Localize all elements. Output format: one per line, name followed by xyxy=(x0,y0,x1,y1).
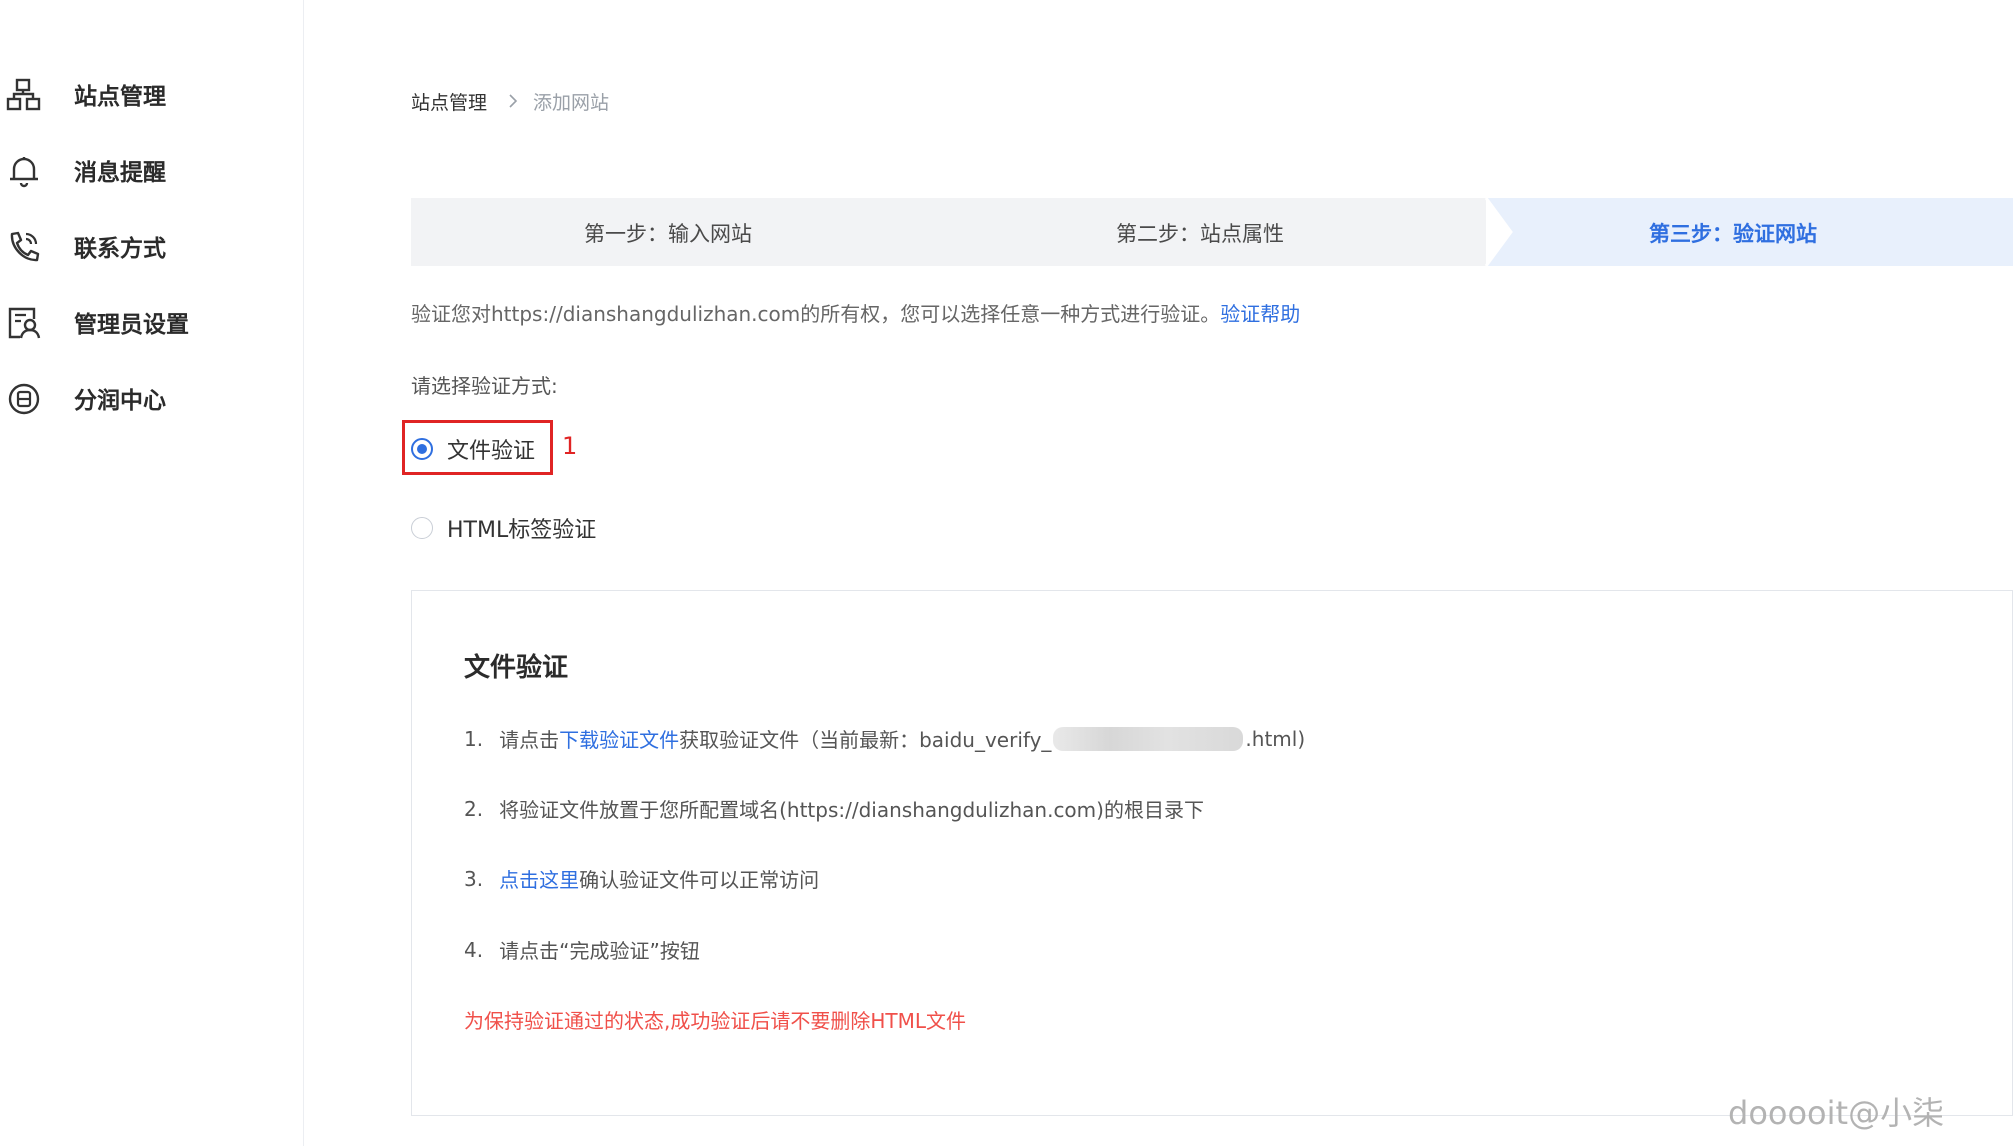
breadcrumb-root-link[interactable]: 站点管理 xyxy=(411,88,487,115)
sidebar-item-label: 管理员设置 xyxy=(74,312,189,338)
step-text: 将验证文件放置于您所配置域名(https://dianshangdulizhan… xyxy=(499,798,1204,822)
radio-label: HTML标签验证 xyxy=(447,518,597,543)
redacted-filename xyxy=(1053,726,1244,751)
verify-method-prompt: 请选择验证方式: xyxy=(411,374,558,398)
sidebar-item-messages[interactable]: 消息提醒 xyxy=(0,140,303,200)
download-verify-file-link[interactable]: 下载验证文件 xyxy=(559,724,679,753)
admin-user-icon xyxy=(8,307,41,339)
panel-title: 文件验证 xyxy=(464,653,569,683)
breadcrumb-current: 添加网站 xyxy=(533,91,610,114)
instruction-step-2: 2. 将验证文件放置于您所配置域名(https://dianshangduliz… xyxy=(464,794,1204,823)
annotation-box-1 xyxy=(402,420,553,475)
step-number: 3. xyxy=(464,866,484,891)
intro-text: 验证您对https://dianshangdulizhan.com的所有权，您可… xyxy=(411,302,1221,326)
instruction-step-3: 3. 点击这里 确认验证文件可以正常访问 xyxy=(464,864,819,893)
step-text: 获取验证文件（当前最新：baidu_verify_ xyxy=(679,728,1052,752)
verification-intro: 验证您对https://dianshangdulizhan.com的所有权，您可… xyxy=(411,298,1300,327)
step-number: 4. xyxy=(464,937,484,962)
chevron-right-icon xyxy=(509,94,518,108)
sidebar-item-contact[interactable]: 联系方式 xyxy=(0,216,303,276)
phone-icon xyxy=(10,231,40,262)
watermark: dooooit@小柒 xyxy=(1728,1094,1945,1132)
verify-help-link[interactable]: 验证帮助 xyxy=(1220,302,1300,326)
sidebar-item-site-management[interactable]: 站点管理 xyxy=(0,64,303,124)
step-number: 1. xyxy=(464,726,484,751)
step-2-label: 第二步：站点属性 xyxy=(1116,222,1284,246)
annotation-number-1: 1 xyxy=(562,432,578,460)
revenue-share-icon xyxy=(8,383,40,415)
step-progress-bar: 第一步：输入网站 第二步：站点属性 第三步：验证网站 xyxy=(411,198,2013,266)
click-here-link[interactable]: 点击这里 xyxy=(499,864,579,893)
file-verify-panel: 文件验证 1. 请点击 下载验证文件 获取验证文件（当前最新：baidu_ver… xyxy=(411,590,2013,1116)
sidebar-item-label: 消息提醒 xyxy=(74,160,166,186)
breadcrumb: 站点管理 添加网站 xyxy=(411,86,609,116)
sidebar-item-label: 分润中心 xyxy=(74,388,166,414)
bell-icon xyxy=(10,157,38,188)
step-1-label: 第一步：输入网站 xyxy=(584,222,752,246)
instruction-step-4: 4. 请点击“完成验证”按钮 xyxy=(464,935,700,964)
sitemap-icon xyxy=(6,78,41,111)
step-3-label: 第三步：验证网站 xyxy=(1649,222,1817,246)
sidebar-item-admin-settings[interactable]: 管理员设置 xyxy=(0,292,303,352)
radio-html-tag-verify[interactable]: HTML标签验证 xyxy=(411,512,596,544)
instruction-step-1: 1. 请点击 下载验证文件 获取验证文件（当前最新：baidu_verify_ … xyxy=(464,724,1305,753)
step-text: 请点击“完成验证”按钮 xyxy=(499,939,700,963)
sidebar-item-label: 联系方式 xyxy=(74,236,166,262)
sidebar-item-label: 站点管理 xyxy=(74,84,166,110)
sidebar-item-revenue-center[interactable]: 分润中心 xyxy=(0,368,303,428)
step-text: 请点击 xyxy=(499,728,560,752)
step-text: .html) xyxy=(1245,726,1306,751)
radio-button[interactable] xyxy=(411,517,433,539)
warning-text: 为保持验证通过的状态,成功验证后请不要删除HTML文件 xyxy=(464,1009,967,1033)
step-number: 2. xyxy=(464,796,484,821)
step-text: 确认验证文件可以正常访问 xyxy=(579,868,820,892)
sidebar: 站点管理 消息提醒 联系方式 管理员设置 分润中心 xyxy=(0,0,304,1146)
